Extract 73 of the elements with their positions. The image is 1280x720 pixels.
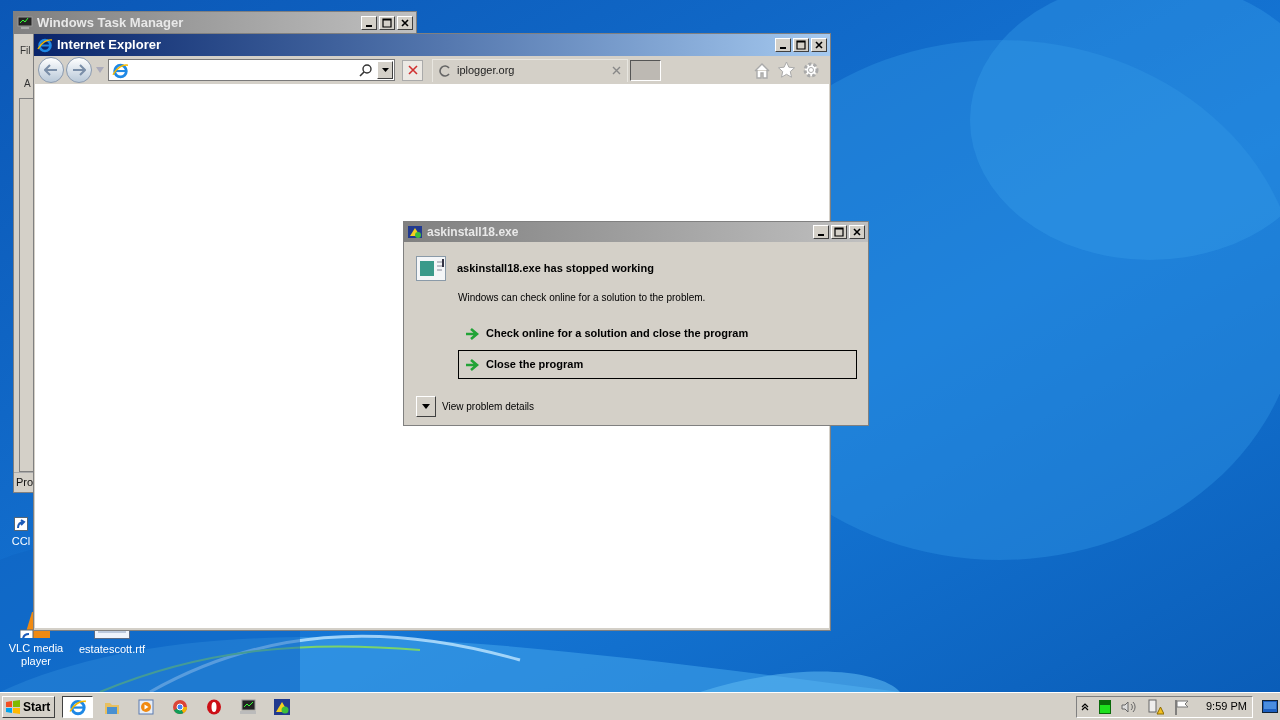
show-desktop-icon[interactable] <box>1262 700 1278 713</box>
minimize-icon <box>366 25 372 27</box>
monitor-icon <box>17 16 33 30</box>
close-icon <box>407 65 418 75</box>
command-link[interactable]: Close the program <box>458 350 857 379</box>
back-button[interactable] <box>38 57 64 83</box>
tab-title: iplogger.org <box>457 63 516 79</box>
app-icon <box>407 224 423 240</box>
address-dropdown-button[interactable] <box>377 61 393 79</box>
clock[interactable]: 9:59 PM <box>1206 698 1247 715</box>
desktop-icon-label[interactable]: CCl <box>11 535 31 548</box>
network-warning-icon[interactable] <box>1147 698 1164 715</box>
desktop-icon-label[interactable]: VLC media player <box>0 642 72 668</box>
new-tab-button[interactable] <box>630 59 661 81</box>
maximize-button[interactable] <box>793 38 809 52</box>
maximize-icon <box>796 40 806 50</box>
maximize-button[interactable] <box>831 225 847 239</box>
arrow-icon <box>465 327 479 340</box>
address-field[interactable] <box>108 59 395 81</box>
loading-icon <box>439 64 451 77</box>
command-link[interactable]: Check online for a solution and close the program <box>458 319 857 348</box>
speaker-icon[interactable] <box>1121 699 1137 714</box>
details-label: View problem details <box>442 400 535 414</box>
maximize-icon <box>382 18 392 28</box>
shortcut-icon <box>14 517 28 531</box>
network-meter-icon[interactable] <box>1099 699 1111 714</box>
play-icon <box>137 698 154 715</box>
menu-item[interactable]: Fil <box>20 45 31 56</box>
minimize-icon <box>780 47 786 49</box>
windows-logo-icon <box>5 699 21 714</box>
close-icon <box>852 227 862 237</box>
close-button[interactable] <box>849 225 865 239</box>
close-icon <box>400 18 410 28</box>
stop-button[interactable] <box>402 59 423 81</box>
caret-icon <box>422 404 430 409</box>
status-bar-text: Pro <box>16 475 34 491</box>
opera-icon <box>205 698 222 715</box>
chevron-up-icon[interactable] <box>1081 702 1089 711</box>
dialog-heading: askinstall18.exe has stopped working <box>457 261 654 277</box>
minimize-button[interactable] <box>813 225 829 239</box>
expand-button[interactable] <box>416 396 436 417</box>
forward-arrow-icon <box>72 64 86 76</box>
star-icon[interactable] <box>777 61 796 79</box>
window-title: Internet Explorer <box>57 36 163 55</box>
page-icon <box>112 61 129 79</box>
window-title: askinstall18.exe <box>427 224 520 241</box>
browser-icon <box>68 697 87 716</box>
window-icon <box>416 256 446 281</box>
flag-icon[interactable] <box>1174 698 1190 715</box>
window-title: Windows Task Manager <box>37 14 185 33</box>
search-icon[interactable] <box>359 63 373 77</box>
close-icon <box>814 40 824 50</box>
dialog-message: Windows can check online for a solution to the problem. <box>458 291 707 305</box>
browser-tab[interactable]: iplogger.org <box>432 58 628 82</box>
back-arrow-icon <box>44 64 58 76</box>
tab[interactable]: A <box>24 78 31 89</box>
start-button[interactable]: Start <box>2 695 55 718</box>
close-button[interactable] <box>397 16 413 30</box>
monitor-icon <box>238 698 257 715</box>
ie-logo-icon <box>37 37 53 53</box>
desktop-icon-label[interactable]: estatescott.rtf <box>79 643 145 656</box>
close-button[interactable] <box>811 38 827 52</box>
arrow-icon <box>465 358 479 371</box>
maximize-icon <box>834 227 844 237</box>
maximize-button[interactable] <box>379 16 395 30</box>
minimize-button[interactable] <box>361 16 377 30</box>
minimize-button[interactable] <box>775 38 791 52</box>
chrome-icon <box>171 698 188 715</box>
caret-icon <box>381 68 389 72</box>
installer-icon <box>272 697 291 716</box>
minimize-icon <box>818 234 824 236</box>
taskbar-app-button[interactable] <box>62 695 93 718</box>
forward-button[interactable] <box>66 57 92 83</box>
